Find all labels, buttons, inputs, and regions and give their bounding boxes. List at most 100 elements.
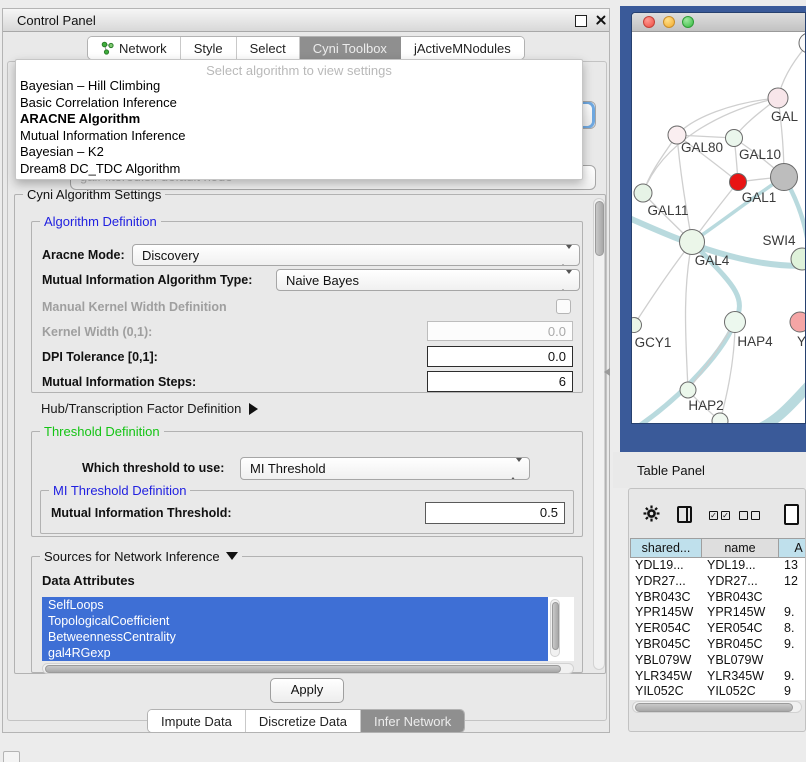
node-bottom[interactable]	[712, 413, 728, 423]
data-attributes-label: Data Attributes	[42, 573, 135, 588]
node-y[interactable]	[790, 312, 805, 332]
sources-hscrollbar[interactable]	[42, 663, 574, 674]
table-cell: 9.	[779, 637, 806, 653]
algorithm-item-dream8-dc-tdc-algorithm[interactable]: Dream8 DC_TDC Algorithm	[16, 161, 582, 178]
minimize-window-icon[interactable]	[663, 16, 675, 28]
node-hap4[interactable]	[725, 312, 746, 333]
table-hscrollbar[interactable]	[632, 701, 802, 713]
table-row[interactable]: YBL079WYBL079W	[630, 653, 806, 669]
table-row[interactable]: YDR27...YDR27...12	[630, 574, 806, 590]
tab-network[interactable]: Network	[88, 37, 181, 59]
hub-definition-toggle[interactable]: Hub/Transcription Factor Definition	[41, 401, 258, 416]
node-gal1[interactable]	[730, 174, 747, 191]
algorithm-item-bayesian-hill-climbing[interactable]: Bayesian – Hill Climbing	[16, 78, 582, 95]
table-cell: YBL079W	[630, 653, 702, 669]
settings-scrollbar-thumb[interactable]	[595, 201, 604, 256]
cyni-algorithm-settings-box: Cyni Algorithm Settings Algorithm Defini…	[14, 194, 606, 674]
node-gal4[interactable]	[680, 230, 705, 255]
sources-title[interactable]: Sources for Network Inference	[40, 549, 242, 564]
network-canvas[interactable]: GALGAL80GAL10GAL1GAL11GAL4SWI4GCY1HAP4YH…	[632, 32, 805, 423]
tab-style[interactable]: Style	[181, 37, 237, 59]
tab-label: Cyni Toolbox	[313, 38, 387, 59]
column-header-a[interactable]: A	[779, 538, 806, 558]
table-cell: YBR043C	[702, 590, 779, 606]
table-row[interactable]: YBR045CYBR045C9.	[630, 637, 806, 653]
mi-steps-field[interactable]: 6	[427, 371, 573, 392]
table-row[interactable]: YDL19...YDL19...13	[630, 558, 806, 574]
unchecked-boxes-icon[interactable]	[739, 511, 763, 529]
table-row[interactable]: YLR345WYLR345W9.	[630, 669, 806, 685]
table-row[interactable]: YER054CYER054C8.	[630, 621, 806, 637]
sources-hscrollbar-thumb[interactable]	[45, 665, 561, 673]
data-attributes-list: SelfLoopsTopologicalCoefficientBetweenne…	[42, 597, 574, 661]
table-cell: 13	[779, 558, 806, 574]
node-gal10[interactable]	[726, 130, 743, 147]
attribute-selfloops[interactable]: SelfLoops	[42, 597, 548, 613]
gear-icon[interactable]	[643, 505, 660, 527]
node-gal10-label: GAL10	[739, 147, 781, 162]
algorithm-item-mutual-information-inference[interactable]: Mutual Information Inference	[16, 128, 582, 145]
attribute-gal4rgexp[interactable]: gal4RGexp	[42, 645, 548, 661]
table-row[interactable]: YPR145WYPR145W9.	[630, 605, 806, 621]
column-header-name[interactable]: name	[702, 538, 779, 558]
node-y-label: Y	[797, 334, 805, 349]
table-panel: ✓✓ shared...nameA YDL19...YDL19...13YDR2…	[628, 488, 806, 732]
algorithm-item-bayesian-k2[interactable]: Bayesian – K2	[16, 144, 582, 161]
node-gcy1[interactable]	[632, 318, 642, 333]
dpi-tolerance-field[interactable]: 0.0	[427, 346, 573, 367]
node-hap2[interactable]	[680, 382, 696, 398]
table-cell: YDL19...	[630, 558, 702, 574]
network-svg: GALGAL80GAL10GAL1GAL11GAL4SWI4GCY1HAP4YH…	[632, 32, 805, 423]
mi-threshold-field[interactable]: 0.5	[425, 502, 565, 524]
panel-divider-arrow[interactable]	[604, 368, 610, 376]
document-icon[interactable]	[784, 504, 799, 525]
apply-button[interactable]: Apply	[270, 678, 344, 703]
attributes-scrollbar-thumb[interactable]	[552, 602, 559, 650]
close-icon[interactable]	[595, 14, 607, 26]
attribute-topologicalcoefficient[interactable]: TopologicalCoefficient	[42, 613, 548, 629]
bottom-tab-impute-data[interactable]: Impute Data	[148, 710, 246, 732]
node-topright[interactable]	[799, 33, 805, 53]
table-cell: YLR345W	[702, 669, 779, 685]
collapsed-panel-icon[interactable]	[3, 751, 20, 762]
table-row[interactable]: YBR043CYBR043C	[630, 590, 806, 606]
close-window-icon[interactable]	[643, 16, 655, 28]
threshold-definition-box: Threshold Definition Which threshold to …	[31, 431, 583, 537]
apply-button-label: Apply	[291, 682, 324, 697]
node-gal11[interactable]	[634, 184, 652, 202]
node-gal[interactable]	[768, 88, 788, 108]
manual-kernel-checkbox[interactable]	[556, 299, 571, 314]
kernel-width-field[interactable]: 0.0	[427, 321, 573, 341]
table-panel-titlebar: Table Panel	[613, 452, 806, 488]
bottom-tab-discretize-data[interactable]: Discretize Data	[246, 710, 361, 732]
checked-boxes-icon[interactable]: ✓✓	[709, 511, 733, 529]
attributes-scrollbar[interactable]	[550, 599, 560, 657]
table-cell: 12	[779, 574, 806, 590]
tab-jactivemnodules[interactable]: jActiveMNodules	[401, 37, 524, 59]
tab-select[interactable]: Select	[237, 37, 300, 59]
table-row[interactable]: YIL052CYIL052C9	[630, 684, 806, 700]
column-header-shared[interactable]: shared...	[630, 538, 702, 558]
network-edge	[677, 98, 778, 135]
manual-kernel-label: Manual Kernel Width Definition	[42, 300, 227, 314]
bottom-tab-infer-network[interactable]: Infer Network	[361, 710, 464, 732]
control-panel-tabs: NetworkStyleSelect Cyni Toolbox jActiveMNo…	[87, 36, 525, 60]
which-threshold-combo[interactable]: MI Threshold	[240, 457, 530, 480]
tab-cyni-toolbox[interactable]: Cyni Toolbox	[300, 37, 401, 59]
aracne-mode-combo[interactable]: Discovery	[132, 244, 580, 266]
node-gcy1-label: GCY1	[635, 335, 672, 350]
network-window-titlebar[interactable]	[632, 13, 805, 32]
table-cell: YBL079W	[702, 653, 779, 669]
settings-scrollbar[interactable]	[593, 198, 605, 670]
mi-type-combo[interactable]: Naive Bayes	[276, 269, 580, 291]
zoom-window-icon[interactable]	[682, 16, 694, 28]
float-panel-icon[interactable]	[575, 15, 587, 27]
algorithm-item-basic-correlation-inference[interactable]: Basic Correlation Inference	[16, 95, 582, 112]
algorithm-item-aracne-algorithm[interactable]: ARACNE Algorithm	[16, 111, 582, 128]
table-hscrollbar-thumb[interactable]	[635, 703, 793, 712]
node-gray[interactable]	[771, 164, 798, 191]
table-cell: 9.	[779, 669, 806, 685]
split-columns-icon[interactable]	[677, 506, 692, 523]
attribute-betweennesscentrality[interactable]: BetweennessCentrality	[42, 629, 548, 645]
table-panel-title: Table Panel	[637, 463, 705, 478]
